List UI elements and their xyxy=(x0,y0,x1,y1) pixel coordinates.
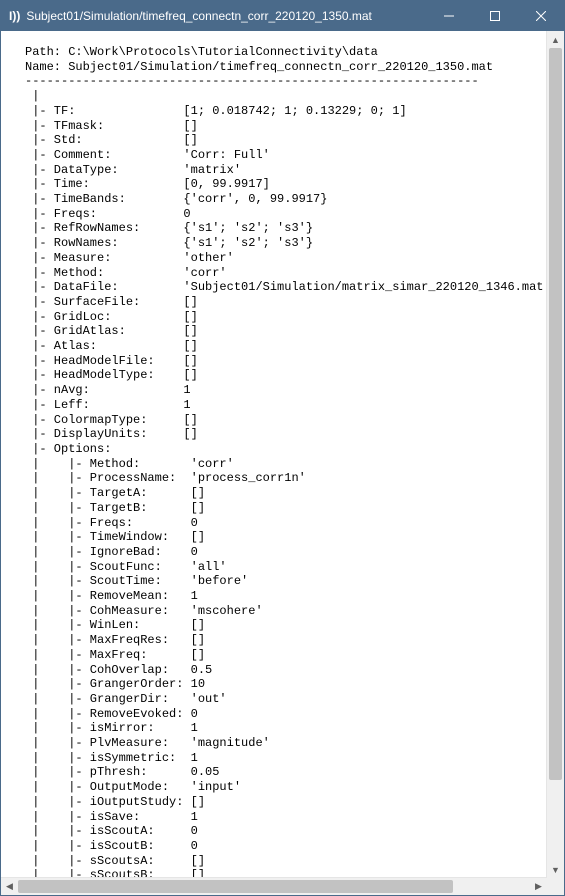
window-controls xyxy=(426,1,564,31)
maximize-button[interactable] xyxy=(472,1,518,31)
scroll-up-icon[interactable]: ▲ xyxy=(547,31,564,48)
hscroll-track[interactable] xyxy=(18,878,530,895)
vertical-scrollbar[interactable]: ▲ ▼ xyxy=(546,31,564,878)
vscroll-thumb[interactable] xyxy=(549,48,562,780)
minimize-button[interactable] xyxy=(426,1,472,31)
horizontal-scrollbar[interactable]: ◀ ▶ xyxy=(1,877,547,895)
close-button[interactable] xyxy=(518,1,564,31)
app-icon: I)) xyxy=(9,9,20,23)
scroll-left-icon[interactable]: ◀ xyxy=(1,878,18,895)
vscroll-track[interactable] xyxy=(547,48,564,861)
titlebar[interactable]: I)) Subject01/Simulation/timefreq_connec… xyxy=(1,1,564,31)
scroll-right-icon[interactable]: ▶ xyxy=(530,878,547,895)
content-wrap: Path: C:\Work\Protocols\TutorialConnecti… xyxy=(1,31,564,895)
window-title: Subject01/Simulation/timefreq_connectn_c… xyxy=(26,9,426,23)
scrollbar-corner xyxy=(547,878,564,895)
scroll-down-icon[interactable]: ▼ xyxy=(547,861,564,878)
content-area[interactable]: Path: C:\Work\Protocols\TutorialConnecti… xyxy=(1,31,547,878)
hscroll-thumb[interactable] xyxy=(18,880,453,893)
app-window: I)) Subject01/Simulation/timefreq_connec… xyxy=(0,0,565,896)
struct-dump: Path: C:\Work\Protocols\TutorialConnecti… xyxy=(25,45,541,878)
